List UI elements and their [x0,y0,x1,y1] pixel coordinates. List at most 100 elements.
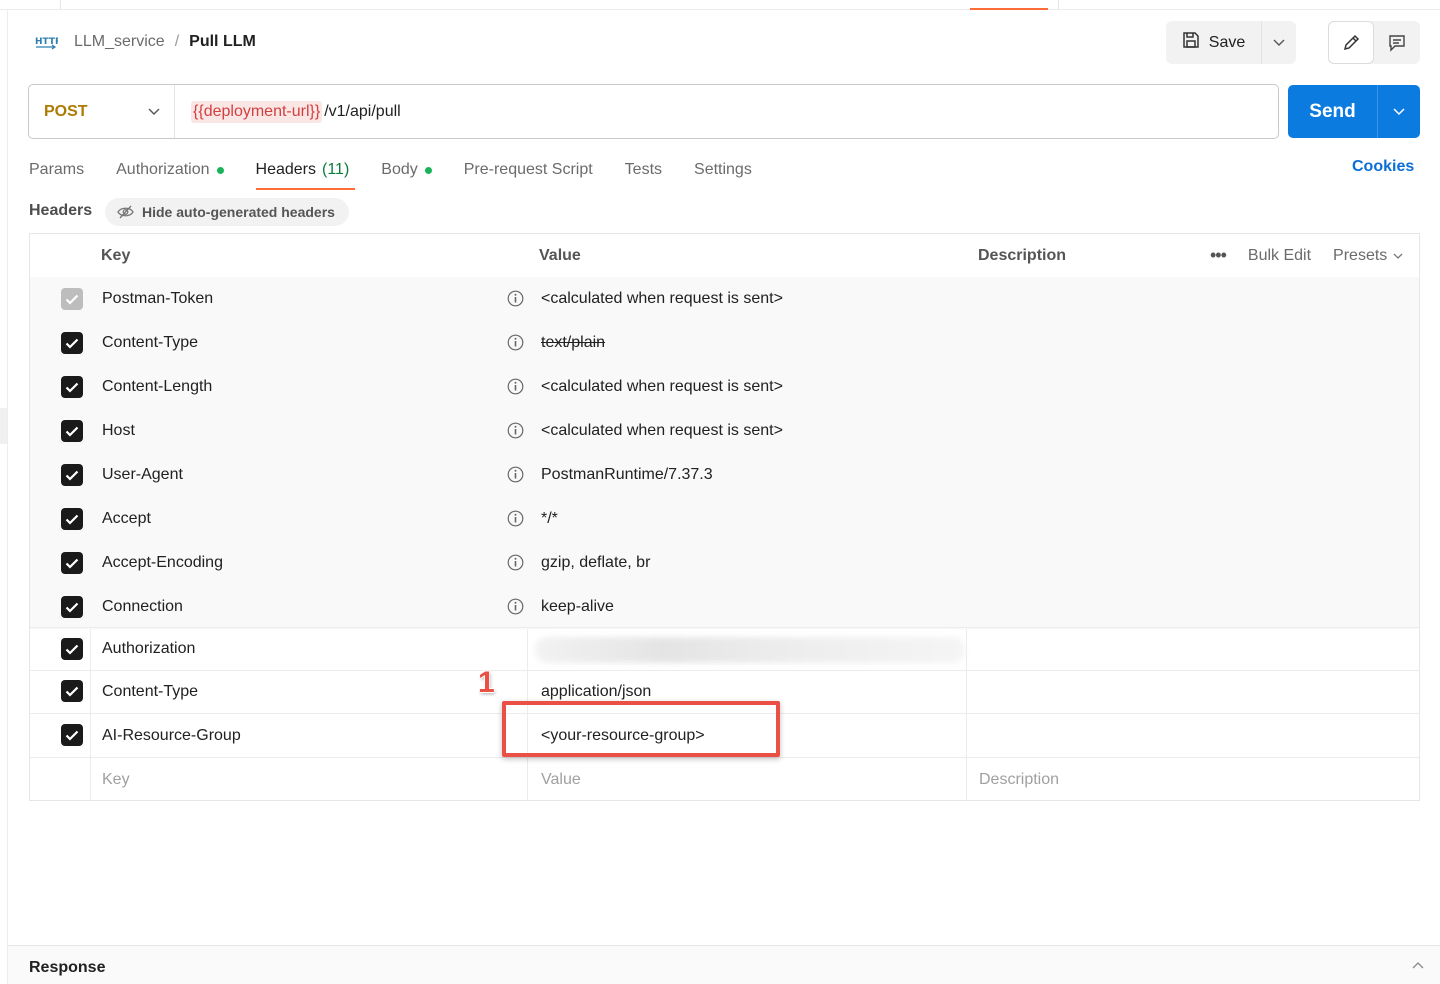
row-checkbox[interactable] [61,376,83,398]
tab-label: Body [381,161,418,178]
info-icon[interactable] [507,334,524,351]
table-row: Accept */* [30,497,1419,541]
edit-button[interactable] [1328,21,1374,64]
table-row: Connection keep-alive [30,585,1419,629]
comments-button[interactable] [1374,21,1420,64]
checkmark-icon [65,602,79,613]
annotation-step-number: 1 [478,666,495,699]
new-key-input[interactable]: Key [102,758,130,802]
info-icon[interactable] [507,378,524,395]
more-options-icon[interactable]: ••• [1210,245,1227,266]
header-value: keep-alive [541,598,614,615]
header-key-input[interactable]: Content-Type [102,670,198,713]
tab-label: Tests [624,161,663,178]
info-icon[interactable] [507,422,524,439]
pencil-icon [1343,34,1360,50]
table-tools: ••• Bulk Edit Presets [1210,234,1403,277]
response-title: Response [29,959,106,976]
http-icon: HTTP [34,32,58,52]
send-button[interactable]: Send [1288,85,1378,138]
new-description-input[interactable]: Description [979,758,1059,802]
save-options-button[interactable] [1262,21,1296,64]
tab-authorization[interactable]: Authorization [116,150,224,190]
checkmark-icon [65,514,79,525]
info-icon[interactable] [507,598,524,615]
row-checkbox[interactable] [61,288,83,310]
chevron-down-icon [148,108,160,115]
row-checkbox[interactable] [61,332,83,354]
request-tabs: Params Authorization Headers (11) Body Pr… [29,150,784,190]
info-icon[interactable] [507,290,524,307]
checkmark-icon [65,382,79,393]
row-checkbox[interactable] [61,508,83,530]
header-key: Content-Type [102,334,199,351]
save-group: Save [1166,21,1296,64]
checkmark-icon [65,338,79,349]
method-select[interactable]: POST [29,85,175,138]
column-header-key: Key [101,246,131,264]
chevron-down-icon [1273,39,1285,46]
row-checkbox[interactable] [61,552,83,574]
presets-dropdown[interactable]: Presets [1333,247,1403,265]
header-value: <calculated when request is sent> [541,290,783,307]
header-value: gzip, deflate, br [541,554,651,571]
url-input[interactable]: {{deployment-url}} /v1/api/pull [175,100,401,123]
save-button[interactable]: Save [1166,21,1262,64]
cookies-link[interactable]: Cookies [1352,158,1414,176]
active-tab-indicator[interactable] [970,0,1048,10]
header-value: PostmanRuntime/7.37.3 [541,466,713,483]
header-key-input[interactable]: Authorization [102,628,195,670]
info-icon[interactable] [507,554,524,571]
status-dot [216,166,224,174]
checkmark-icon [65,470,79,481]
hide-auto-headers-label: Hide auto-generated headers [142,204,335,220]
bulk-edit-button[interactable]: Bulk Edit [1248,247,1311,265]
hide-auto-headers-button[interactable]: Hide auto-generated headers [105,198,349,226]
header-value-input[interactable]: <your-resource-group> [541,714,705,757]
row-checkbox[interactable] [61,596,83,618]
tab-label: Settings [694,161,752,178]
url-bar: POST {{deployment-url}} /v1/api/pull [28,84,1279,139]
breadcrumb-collection[interactable]: LLM_service [74,33,165,51]
tab-tests[interactable]: Tests [625,150,662,190]
row-checkbox[interactable] [61,420,83,442]
table-row: User-Agent PostmanRuntime/7.37.3 [30,453,1419,497]
breadcrumb-separator: / [174,33,180,50]
send-options-button[interactable] [1378,85,1420,138]
row-checkbox[interactable] [61,724,83,746]
column-header-description: Description [978,246,1067,264]
url-variable[interactable]: {{deployment-url}} [191,100,323,123]
row-checkbox[interactable] [61,680,83,702]
breadcrumb: HTTP LLM_service / Pull LLM [34,30,256,54]
tab-headers[interactable]: Headers (11) [255,150,356,190]
tab-params[interactable]: Params [29,150,84,190]
chevron-up-icon[interactable] [1412,961,1424,969]
sidebar-edge [0,10,8,984]
request-name[interactable]: Pull LLM [189,33,256,51]
header-key-input[interactable]: AI-Resource-Group [102,714,241,757]
info-icon[interactable] [507,510,524,527]
header-value-input[interactable]: application/json [541,670,651,713]
header-value-overridden: text/plain [541,334,606,351]
info-icon[interactable] [507,466,524,483]
sidebar-resize-handle[interactable] [0,408,7,444]
header-key: Postman-Token [102,290,214,307]
tab-pre-request-script[interactable]: Pre-request Script [464,150,593,190]
row-checkbox[interactable] [61,464,83,486]
redacted-value [535,637,965,663]
tab-label: Headers [255,161,316,178]
checkmark-icon [65,730,79,741]
chevron-down-icon [1393,107,1405,115]
checkmark-icon [65,294,79,305]
tab-label: Params [29,161,85,178]
table-row: Host <calculated when request is sent> [30,409,1419,453]
tab-divider [60,0,61,10]
tab-body[interactable]: Body [381,150,432,190]
row-checkbox[interactable] [61,638,83,660]
tab-label: Authorization [116,161,210,178]
tab-settings[interactable]: Settings [694,150,752,190]
tab-label: Pre-request Script [463,161,593,178]
new-value-input[interactable]: Value [541,758,581,802]
table-row: Authorization [30,627,1419,671]
header-value: <calculated when request is sent> [541,378,783,395]
